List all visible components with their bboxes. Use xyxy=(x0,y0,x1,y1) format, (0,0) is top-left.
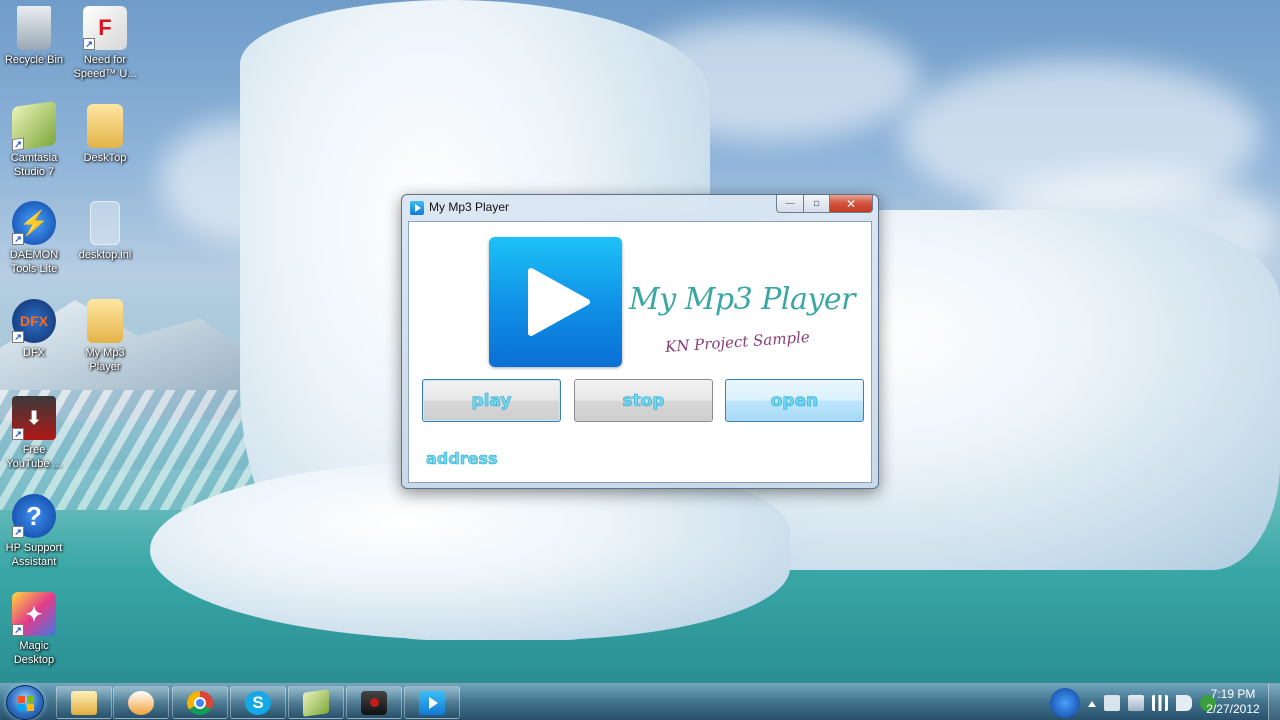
folder-icon xyxy=(87,299,123,343)
desktop-icon-dfx[interactable]: DFX ↗ DFX xyxy=(0,299,68,360)
dfx-icon: DFX ↗ xyxy=(12,299,56,343)
stop-button[interactable]: stop xyxy=(574,379,713,422)
window-client-area: My Mp3 Player KN Project Sample play sto… xyxy=(408,221,872,483)
taskbar-chrome[interactable] xyxy=(172,686,228,719)
desktop-icon-recycle-bin[interactable]: Recycle Bin xyxy=(0,6,68,67)
title-bar[interactable]: My Mp3 Player — ▫ ✕ xyxy=(402,195,878,221)
desktop-icon-daemon-tools[interactable]: ⚡ ↗ DAEMON Tools Lite xyxy=(0,201,68,276)
camtasia-icon xyxy=(303,688,329,717)
system-tray xyxy=(1046,684,1220,720)
recycle-bin-icon xyxy=(17,6,51,50)
clock-date: 2/27/2012 xyxy=(1206,702,1260,716)
taskbar-mp3-player[interactable] xyxy=(404,686,460,719)
taskbar-media-player[interactable] xyxy=(113,686,169,719)
explorer-icon xyxy=(71,690,97,715)
volume-icon[interactable] xyxy=(1176,694,1192,711)
mp3-player-window[interactable]: My Mp3 Player — ▫ ✕ My Mp3 Player KN Pro… xyxy=(401,194,879,489)
desktop-icon-desktop-ini[interactable]: desktop.ini xyxy=(71,201,139,262)
youtube-downloader-icon: ⬇ ↗ xyxy=(12,396,56,440)
clock-time: 7:19 PM xyxy=(1210,687,1256,701)
chrome-icon xyxy=(187,690,213,715)
camtasia-icon: ↗ xyxy=(12,100,56,152)
ini-file-icon xyxy=(90,201,120,245)
taskbar-camtasia[interactable] xyxy=(288,686,344,719)
taskbar-explorer[interactable] xyxy=(56,686,112,719)
desktop-icon-hp-support[interactable]: ? ↗ HP Support Assistant xyxy=(0,494,68,569)
brand-subtitle: KN Project Sample xyxy=(664,327,811,357)
magic-desktop-icon: ✦ ↗ xyxy=(12,592,56,636)
mp3-player-icon xyxy=(419,690,445,715)
camera-icon xyxy=(361,690,387,715)
brand-title: My Mp3 Player xyxy=(629,282,855,317)
device-icon[interactable] xyxy=(1104,694,1120,711)
start-button[interactable] xyxy=(6,685,44,720)
play-button[interactable]: play xyxy=(422,379,561,422)
taskbar-skype[interactable]: S xyxy=(230,686,286,719)
open-button[interactable]: open xyxy=(725,379,864,422)
media-player-icon xyxy=(128,690,154,715)
need-for-speed-icon: F ↗ xyxy=(83,6,127,50)
desktop-icon-desktop-folder[interactable]: DeskTop xyxy=(71,104,139,165)
desktop-icon-free-youtube[interactable]: ⬇ ↗ Free YouTube ... xyxy=(0,396,68,471)
close-button[interactable]: ✕ xyxy=(829,195,873,213)
maximize-button[interactable]: ▫ xyxy=(803,195,830,213)
show-hidden-icons-icon[interactable] xyxy=(1088,699,1096,707)
help-icon: ? ↗ xyxy=(12,494,56,538)
taskbar: S 7:19 PM 2/27/2012 xyxy=(0,683,1280,720)
address-label: address xyxy=(426,449,498,469)
taskbar-camera[interactable] xyxy=(346,686,402,719)
minimize-button[interactable]: — xyxy=(776,195,804,213)
show-desktop-button[interactable] xyxy=(1268,684,1280,720)
help-icon[interactable] xyxy=(1050,687,1080,718)
desktop-icon-need-for-speed[interactable]: F ↗ Need for Speed™ U... xyxy=(71,6,139,81)
play-logo-icon xyxy=(489,237,622,367)
desktop-icon-my-mp3-player-folder[interactable]: My Mp3 Player xyxy=(71,299,139,374)
skype-icon: S xyxy=(245,690,271,715)
window-title: My Mp3 Player xyxy=(429,200,510,214)
monitor-icon[interactable] xyxy=(1128,694,1144,711)
network-icon[interactable] xyxy=(1152,694,1168,711)
folder-icon xyxy=(87,104,123,148)
taskbar-clock[interactable]: 7:19 PM 2/27/2012 xyxy=(1200,687,1266,717)
daemon-tools-icon: ⚡ ↗ xyxy=(12,201,56,245)
app-icon xyxy=(410,201,424,215)
desktop-icon-magic-desktop[interactable]: ✦ ↗ Magic Desktop xyxy=(0,592,68,667)
desktop-icon-camtasia[interactable]: ↗ Camtasia Studio 7 xyxy=(0,100,68,179)
